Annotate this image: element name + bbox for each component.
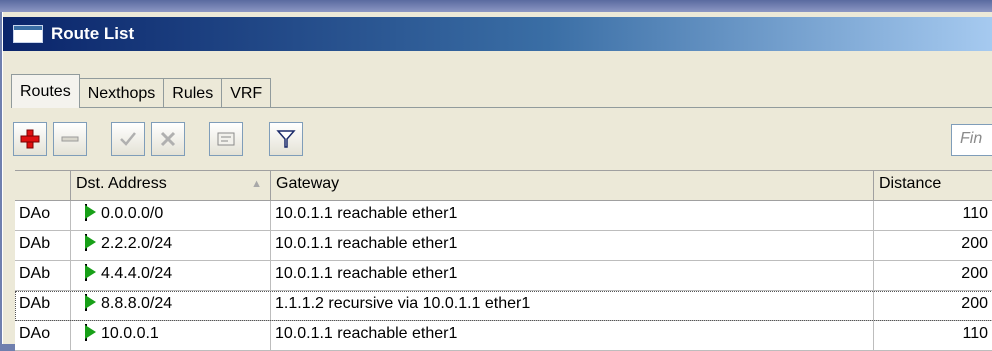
route-gateway: 10.0.1.1 reachable ether1 [271,231,874,260]
active-route-flag-icon [75,204,101,223]
route-dst: 8.8.8.0/24 [101,295,173,312]
route-flags: DAo [15,321,71,350]
route-dst-cell: 8.8.8.0/24 [71,291,271,320]
active-route-flag-icon [75,324,101,343]
route-dst-cell: 2.2.2.0/24 [71,231,271,260]
disable-button[interactable] [151,122,185,156]
desktop-top-strip [0,0,992,12]
filter-icon [276,130,296,148]
active-route-flag-icon [75,234,101,253]
enable-button[interactable] [111,122,145,156]
route-gateway: 10.0.1.1 reachable ether1 [271,321,874,350]
active-route-flag-icon [75,264,101,283]
route-gateway: 10.0.1.1 reachable ether1 [271,201,874,230]
comment-icon [217,132,235,146]
table-row[interactable]: DAo 10.0.0.1 10.0.1.1 reachable ether1 1… [15,321,992,351]
sort-ascending-icon: ▲ [251,178,262,190]
route-flags: DAb [15,231,71,260]
route-dst-cell: 4.4.4.0/24 [71,261,271,290]
route-table: Dst. Address ▲ Gateway Distance DAo 0.0.… [15,170,992,351]
route-dst: 4.4.4.0/24 [101,265,173,282]
tab-strip: Routes Nexthops Rules VRF [11,74,272,108]
route-flags: DAo [15,201,71,230]
route-list-window: Route List Routes Nexthops Rules VRF Fin… [2,12,992,351]
filter-button[interactable] [269,122,303,156]
tab-nexthops[interactable]: Nexthops [78,78,165,108]
route-dst: 0.0.0.0/0 [101,205,164,222]
tab-divider [11,107,992,108]
add-icon [20,129,40,149]
route-gateway: 1.1.1.2 recursive via 10.0.1.1 ether1 [271,291,874,320]
route-flags: DAb [15,291,71,320]
find-input[interactable]: Fin [951,124,992,156]
title-bar[interactable]: Route List [3,17,992,51]
column-header-distance[interactable]: Distance [874,171,992,200]
column-header-flags[interactable] [15,171,71,200]
route-distance: 110 [874,201,992,230]
route-gateway: 10.0.1.1 reachable ether1 [271,261,874,290]
add-button[interactable] [13,122,47,156]
route-distance: 200 [874,261,992,290]
table-row[interactable]: DAb 8.8.8.0/24 1.1.1.2 recursive via 10.… [15,291,992,321]
route-distance: 200 [874,231,992,260]
disable-icon [160,131,176,147]
route-dst: 10.0.0.1 [101,325,159,342]
route-flags: DAb [15,261,71,290]
window-icon [13,25,43,43]
route-dst-cell: 10.0.0.1 [71,321,271,350]
tab-routes[interactable]: Routes [11,74,80,108]
column-header-dst-address[interactable]: Dst. Address ▲ [71,171,271,200]
remove-button[interactable] [53,122,87,156]
table-row[interactable]: DAo 0.0.0.0/0 10.0.1.1 reachable ether1 … [15,201,992,231]
table-row[interactable]: DAb 4.4.4.0/24 10.0.1.1 reachable ether1… [15,261,992,291]
enable-icon [120,132,136,146]
route-distance: 200 [874,291,992,320]
route-distance: 110 [874,321,992,350]
table-row[interactable]: DAb 2.2.2.0/24 10.0.1.1 reachable ether1… [15,231,992,261]
column-header-gateway[interactable]: Gateway [271,171,874,200]
tab-rules[interactable]: Rules [163,78,223,108]
table-header: Dst. Address ▲ Gateway Distance [15,171,992,201]
route-dst: 2.2.2.0/24 [101,235,173,252]
column-header-label: Dst. Address [76,175,167,192]
route-dst-cell: 0.0.0.0/0 [71,201,271,230]
active-route-flag-icon [75,294,101,313]
remove-icon [61,136,79,142]
toolbar: Fin [11,122,992,162]
tab-vrf[interactable]: VRF [221,78,272,108]
window-title: Route List [51,24,135,43]
comment-button[interactable] [209,122,243,156]
